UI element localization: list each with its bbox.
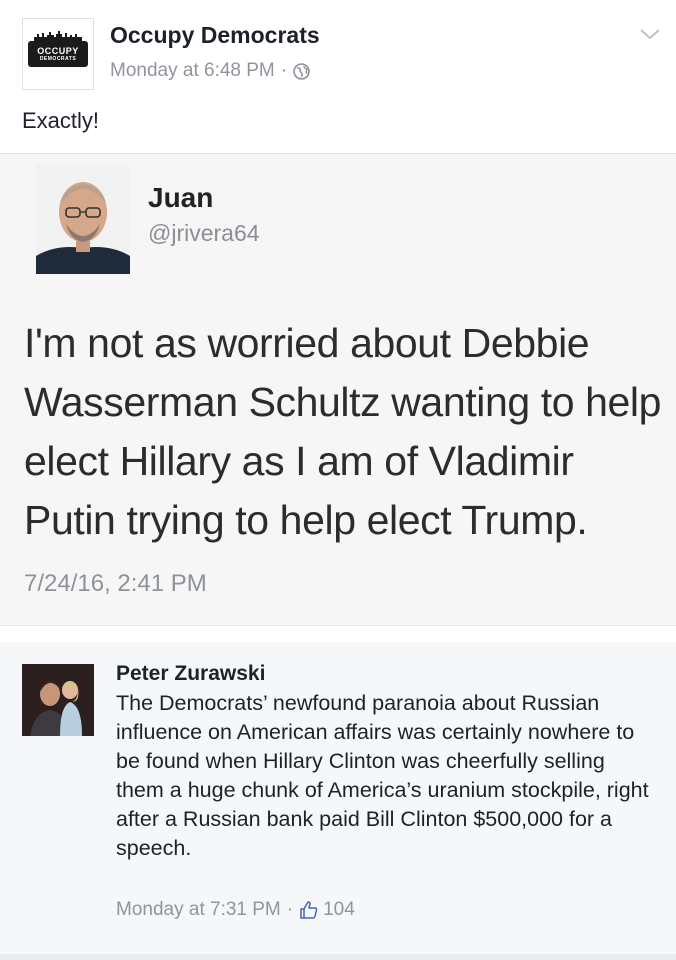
post-meta: Monday at 6:48 PM ·	[110, 60, 310, 82]
portrait-icon	[36, 164, 130, 274]
page-name-link[interactable]: Occupy Democrats	[110, 22, 320, 49]
tweet-avatar	[36, 164, 130, 274]
post-text: Exactly!	[22, 108, 100, 133]
tweet-screenshot-image[interactable]: Juan @jrivera64 I'm not as worried about…	[0, 153, 676, 626]
meta-separator: ·	[280, 60, 288, 81]
post-header: OCCUPY DEMOCRATS Occupy Democrats Monday…	[0, 0, 676, 133]
comment-timestamp[interactable]: Monday at 7:31 PM	[116, 899, 281, 921]
commenter-name-link[interactable]: Peter Zurawski	[116, 662, 265, 686]
like-count[interactable]: 104	[323, 899, 355, 921]
bottom-divider	[0, 954, 676, 960]
comment-text: The Democrats’ newfound paranoia about R…	[116, 691, 649, 860]
tweet-timestamp: 7/24/16, 2:41 PM	[24, 570, 207, 597]
thumbs-up-icon[interactable]	[299, 900, 319, 920]
commenter-photo-icon	[22, 664, 94, 736]
comment-section: Peter Zurawski The Democrats’ newfound p…	[0, 642, 676, 960]
tweet-body-text: I'm not as worried about Debbie Wasserma…	[24, 320, 662, 543]
tweet-author-name: Juan	[148, 182, 214, 213]
page-avatar[interactable]: OCCUPY DEMOCRATS	[22, 18, 94, 90]
logo-text-secondary: DEMOCRATS	[39, 56, 77, 62]
meta-separator: ·	[286, 899, 294, 920]
post-timestamp[interactable]: Monday at 6:48 PM	[110, 60, 275, 82]
chevron-down-icon[interactable]	[638, 24, 662, 44]
comment-meta: Monday at 7:31 PM · 104	[116, 899, 355, 921]
occupy-democrats-logo: OCCUPY DEMOCRATS	[28, 31, 88, 67]
globe-icon[interactable]	[293, 62, 310, 80]
section-divider	[0, 625, 676, 643]
logo-text-primary: OCCUPY	[37, 46, 79, 56]
commenter-avatar[interactable]	[22, 664, 94, 736]
skyline-icon	[34, 31, 82, 41]
tweet-author-handle: @jrivera64	[148, 220, 260, 246]
